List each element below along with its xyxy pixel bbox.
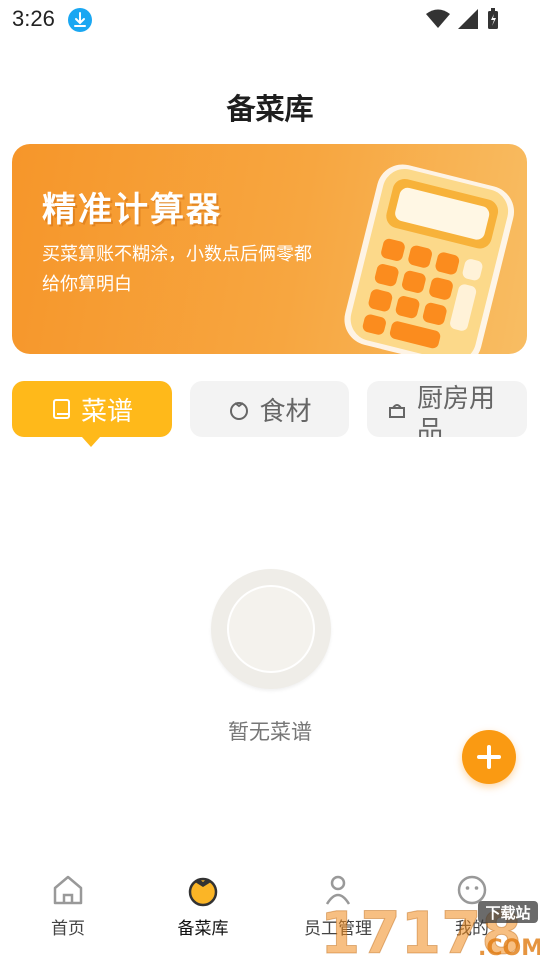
banner-description: 买菜算账不糊涂，小数点后俩零都给你算明白 (42, 244, 312, 295)
battery-icon (488, 8, 498, 29)
status-time: 3:26 (12, 6, 55, 31)
signal-icon (458, 9, 478, 29)
svg-text:.COM: .COM (478, 936, 540, 960)
tomato-icon (230, 402, 249, 420)
calculator-banner[interactable]: 精准计算器 买菜算账不糊涂，小数点后俩零都给你算明白 (12, 144, 527, 354)
svg-text:下载站: 下载站 (485, 904, 530, 922)
banner-title: 精准计算器 (42, 190, 222, 230)
category-tabs: 菜谱 食材 厨房用品 (12, 381, 527, 447)
calculator-illustration (344, 164, 515, 354)
nav-label-prep-library: 备菜库 (177, 919, 229, 939)
tab-ingredients-label: 食材 (259, 396, 312, 427)
empty-state-text: 暂无菜谱 (228, 720, 312, 744)
active-tab-indicator (82, 437, 100, 447)
book-icon (52, 399, 70, 419)
tab-recipes-label: 菜谱 (80, 396, 133, 427)
nav-label-home: 首页 (51, 919, 85, 939)
nav-item-home[interactable]: 首页 (18, 872, 118, 939)
download-icon (68, 8, 92, 32)
pot-icon (389, 404, 405, 418)
empty-plate-illustration (211, 569, 331, 689)
tab-kitchen-supplies[interactable]: 厨房用品 (367, 381, 527, 437)
watermark-logo: 17178 下载站 .COM (320, 899, 540, 960)
wifi-icon (426, 9, 450, 28)
home-icon (53, 875, 83, 905)
tomato-icon (188, 877, 218, 907)
tab-recipes[interactable]: 菜谱 (12, 381, 172, 437)
tab-ingredients[interactable]: 食材 (190, 381, 349, 437)
nav-item-prep-library[interactable]: 备菜库 (153, 872, 253, 939)
status-icons (426, 8, 500, 30)
page-title: 备菜库 (226, 92, 314, 126)
tab-kitchen-label: 厨房用品 (417, 384, 496, 437)
status-bar: 3:26 (0, 0, 540, 40)
add-button[interactable] (462, 730, 516, 784)
